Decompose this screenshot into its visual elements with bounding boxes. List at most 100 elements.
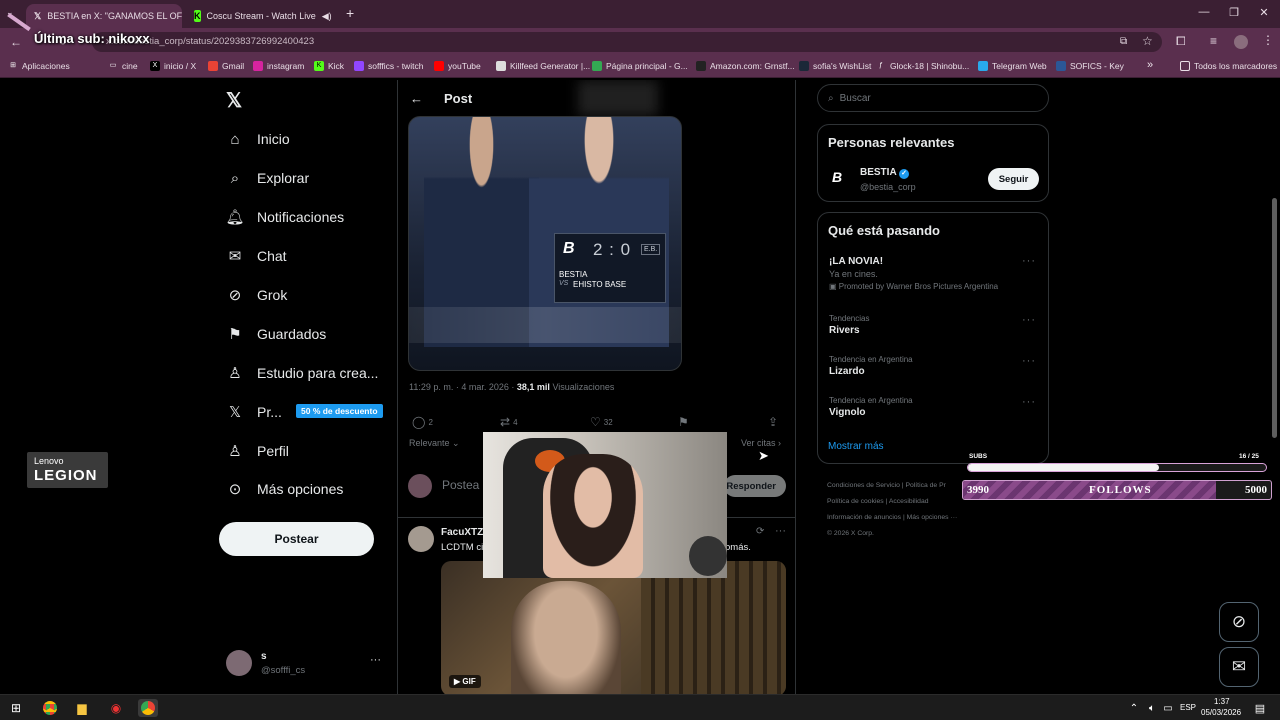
trend-item[interactable]: Tendencias Rivers xyxy=(829,314,869,336)
bookmark-item[interactable]: Xinicio / X xyxy=(150,61,196,71)
back-icon[interactable]: ← xyxy=(10,35,22,49)
speaker-icon[interactable]: ◀) xyxy=(322,11,332,22)
all-bookmarks[interactable]: Todos los marcadores xyxy=(1180,61,1277,71)
profile-avatar[interactable] xyxy=(1234,35,1248,49)
nav-item-perfil[interactable]: ♙ Perfil xyxy=(226,442,289,460)
more-icon[interactable]: ··· xyxy=(1022,355,1036,367)
language-indicator[interactable]: ESP xyxy=(1180,703,1196,712)
bookmark-item[interactable]: Telegram Web xyxy=(978,61,1047,71)
quotes-link[interactable]: Ver citas › xyxy=(741,438,781,448)
bookmark-item[interactable]: ƒ Glock-18 | Shinobu... xyxy=(876,61,969,71)
grok-fab[interactable]: ⊘ xyxy=(1219,602,1259,642)
notification-icon[interactable]: ▤ xyxy=(1250,699,1270,717)
bestia-avatar[interactable]: B xyxy=(832,169,842,185)
more-icon[interactable]: ··· xyxy=(370,654,381,666)
post-button[interactable]: Postear xyxy=(219,522,374,556)
scrollbar-thumb[interactable] xyxy=(1272,198,1277,438)
chrome-active-icon[interactable] xyxy=(138,699,158,717)
tab-bestia[interactable]: 𝕏 BESTIA en X: "GANAMOS EL OF ✕ xyxy=(26,4,182,28)
media-icon[interactable]: ≡ xyxy=(1210,34,1217,48)
reply-action[interactable]: ◯ 2 xyxy=(412,415,433,429)
more-icon[interactable]: ··· xyxy=(775,525,786,537)
trend-promoted[interactable]: ¡LA NOVIA! Ya en cines. ▣ Promoted by Wa… xyxy=(829,256,998,291)
nav-item-m-s-opciones[interactable]: ⊙ Más opciones xyxy=(226,480,344,498)
bookmark-item[interactable]: Amazon.com: Grnstf... xyxy=(696,61,795,71)
bookmark-item[interactable]: youTube xyxy=(434,61,481,71)
nav-item-inicio[interactable]: ⌂ Inicio xyxy=(226,130,289,148)
bookmark-action[interactable]: ⚑ xyxy=(678,415,692,429)
reply-button[interactable]: Responder xyxy=(724,475,786,497)
bookmark-item[interactable]: ⊞ Aplicaciones xyxy=(8,61,70,71)
restore-icon[interactable]: ❐ xyxy=(1224,6,1244,19)
trend-item[interactable]: Tendencia en Argentina Vignolo xyxy=(829,396,913,418)
install-icon[interactable]: ⧉ xyxy=(1120,36,1127,47)
star-icon[interactable]: ☆ xyxy=(1142,34,1153,48)
like-count: 32 xyxy=(603,417,613,427)
follow-button[interactable]: Seguir xyxy=(988,168,1039,190)
sort-dropdown[interactable]: Relevante ⌄ xyxy=(409,438,460,449)
reply-author[interactable]: FacuXTZ xyxy=(441,527,483,538)
reply-gif[interactable]: ▶ GIF xyxy=(441,561,786,694)
account-switcher[interactable]: s @sofffi_cs ··· xyxy=(226,648,396,680)
nav-item-notificaciones[interactable]: 🔔︎ Notificaciones xyxy=(225,208,344,226)
nav-item-guardados[interactable]: ⚑ Guardados xyxy=(226,325,326,343)
menu-icon[interactable]: ⋮ xyxy=(1262,33,1274,47)
trend-item[interactable]: Tendencia en Argentina Lizardo xyxy=(829,355,913,377)
share-action[interactable]: ⇪ xyxy=(768,415,781,429)
clock-time[interactable]: 1:37 xyxy=(1214,697,1230,706)
back-arrow-icon[interactable]: ← xyxy=(410,91,423,106)
network-icon[interactable]: ▭ xyxy=(1158,699,1178,717)
close-window-icon[interactable]: ✕ xyxy=(1254,6,1274,19)
footer-link[interactable]: Política de cookies xyxy=(827,498,884,505)
nav-item-grok[interactable]: ⊘ Grok xyxy=(226,286,288,304)
nav-item-chat[interactable]: ✉ Chat xyxy=(226,247,287,265)
trend-category: Tendencia en Argentina xyxy=(829,396,913,405)
footer-link[interactable]: Política de Pr xyxy=(905,482,945,489)
nav-item-pr[interactable]: 𝕏 Pr... xyxy=(226,403,282,421)
extensions-icon[interactable]: ⧠ xyxy=(1176,34,1186,49)
nav-item-estudio-para-crea[interactable]: ♙ Estudio para crea... xyxy=(226,364,378,382)
reply-input[interactable]: Postea xyxy=(442,478,479,492)
bookmark-item[interactable]: sofia's WishList xyxy=(799,61,871,71)
footer-link[interactable]: Información de anuncios xyxy=(827,514,901,521)
file-explorer-icon[interactable]: ▆ xyxy=(72,699,92,717)
relevant-name[interactable]: BESTIA ✓ xyxy=(860,167,910,179)
url-input[interactable]: x.com/bestia_corp/status/202938372699240… xyxy=(92,32,1162,52)
bookmark-item[interactable]: sofffics - twitch xyxy=(354,61,423,71)
clock-date[interactable]: 05/03/2026 xyxy=(1201,708,1241,717)
post-timestamp[interactable]: 11:29 p. m. · 4 mar. 2026 · xyxy=(409,382,514,392)
post-media[interactable]: B 2 : 0 E.B. BESTIA VS EHISTO BASE xyxy=(408,116,682,371)
app-icon[interactable]: ◉ xyxy=(106,699,126,717)
search-input[interactable]: ⌕ Buscar xyxy=(817,84,1049,112)
chrome-icon[interactable] xyxy=(40,699,60,717)
tab-coscu[interactable]: K Coscu Stream - Watch Live ◀) ✕ xyxy=(186,4,336,28)
more-icon[interactable]: ··· xyxy=(1022,314,1036,326)
footer-link[interactable]: Más opciones ··· xyxy=(907,514,958,521)
bookmark-item[interactable]: Killfeed Generator |... xyxy=(496,61,590,71)
bookmark-label: Página principal - G... xyxy=(606,61,688,71)
bookmark-item[interactable]: instagram xyxy=(253,61,304,71)
new-tab-button[interactable]: + xyxy=(346,5,354,21)
chevron-up-icon[interactable]: ⌃ xyxy=(1124,699,1144,717)
nav-item-explorar[interactable]: ⌕ Explorar xyxy=(226,169,309,187)
bookmark-item[interactable]: ▭ cine xyxy=(108,61,138,71)
footer-link[interactable]: Condiciones de Servicio xyxy=(827,482,900,489)
windows-start-icon[interactable]: ⊞ xyxy=(6,699,26,717)
grok-icon[interactable]: ⟳ xyxy=(756,526,764,537)
footer-link[interactable]: © 2026 X Corp. xyxy=(827,530,874,537)
scrollbar[interactable] xyxy=(1271,80,1278,694)
minimize-icon[interactable]: — xyxy=(1194,6,1214,18)
messages-fab[interactable]: ✉ xyxy=(1219,647,1259,687)
bookmark-item[interactable]: Página principal - G... xyxy=(592,61,688,71)
close-icon[interactable]: ✕ xyxy=(332,11,336,22)
bookmark-item[interactable]: Gmail xyxy=(208,61,244,71)
bookmark-item[interactable]: SOFICS - Key xyxy=(1056,61,1124,71)
more-icon[interactable]: ··· xyxy=(1022,255,1036,267)
like-action[interactable]: ♡ 32 xyxy=(590,415,613,429)
footer-link[interactable]: Accesibilidad xyxy=(889,498,929,505)
repost-action[interactable]: ⇄ 4 xyxy=(500,415,518,429)
bookmark-item[interactable]: K Kick xyxy=(314,61,344,71)
more-icon[interactable]: ··· xyxy=(1022,396,1036,408)
bookmarks-overflow[interactable]: » xyxy=(1147,59,1153,71)
show-more-link[interactable]: Mostrar más xyxy=(828,441,884,452)
